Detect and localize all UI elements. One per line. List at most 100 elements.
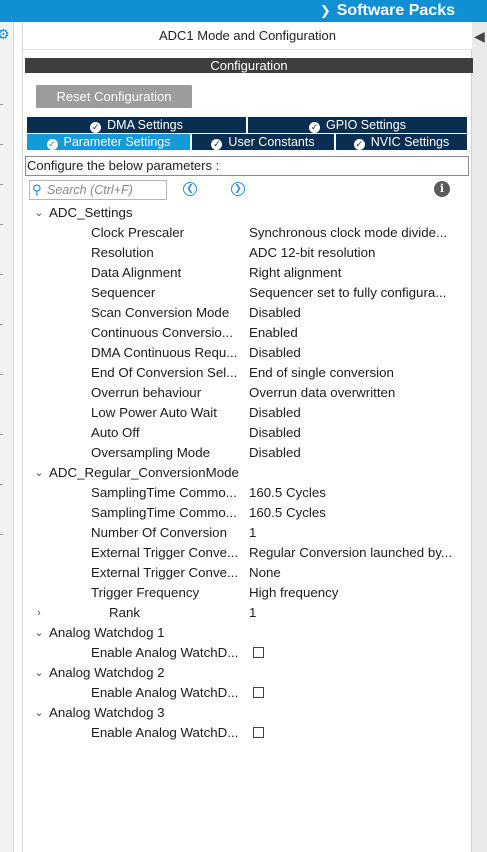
- gear-icon[interactable]: ⚙: [0, 26, 10, 43]
- param-value[interactable]: Regular Conversion launched by...: [249, 543, 465, 563]
- enable-watchdog-1-checkbox[interactable]: [253, 647, 264, 658]
- chevron-down-icon[interactable]: ⌄: [33, 663, 45, 683]
- chevron-down-icon[interactable]: ⌄: [33, 623, 45, 643]
- param-value[interactable]: 1: [249, 523, 465, 543]
- param-row[interactable]: Resolution ADC 12-bit resolution: [23, 243, 472, 263]
- param-row[interactable]: Number Of Conversion 1: [23, 523, 472, 543]
- search-previous-button[interactable]: ❮: [183, 182, 197, 196]
- param-value[interactable]: High frequency: [249, 583, 465, 603]
- left-category-strip: ⚙: [0, 22, 14, 852]
- group-analog-watchdog-1[interactable]: ⌄ Analog Watchdog 1: [23, 623, 472, 643]
- param-row[interactable]: Trigger Frequency High frequency: [23, 583, 472, 603]
- right-collapse-strip[interactable]: ◀: [471, 22, 487, 852]
- param-row[interactable]: Enable Analog WatchD...: [23, 643, 472, 663]
- param-value[interactable]: Disabled: [249, 303, 465, 323]
- param-row[interactable]: External Trigger Conve... Regular Convers…: [23, 543, 472, 563]
- param-name: Number Of Conversion: [91, 525, 227, 540]
- strip-tick: [0, 184, 3, 185]
- tab-dma-settings[interactable]: ✓ DMA Settings: [27, 117, 246, 133]
- chevron-down-icon[interactable]: ⌄: [33, 463, 45, 483]
- group-analog-watchdog-3[interactable]: ⌄ Analog Watchdog 3: [23, 703, 472, 723]
- param-value[interactable]: Disabled: [249, 403, 465, 423]
- chevron-down-icon[interactable]: ⌄: [33, 703, 45, 723]
- strip-tick: [0, 104, 3, 105]
- reset-configuration-button[interactable]: Reset Configuration: [36, 85, 192, 108]
- software-packs-menu[interactable]: ❯ Software Packs: [320, 0, 455, 22]
- chevron-right-icon: ❯: [234, 183, 242, 193]
- tab-label: GPIO Settings: [326, 118, 406, 132]
- param-value[interactable]: Disabled: [249, 423, 465, 443]
- param-name: Enable Analog WatchD...: [91, 685, 239, 700]
- group-label: Analog Watchdog 1: [49, 625, 165, 640]
- tab-label: NVIC Settings: [370, 135, 450, 149]
- group-label: ADC_Settings: [49, 205, 133, 220]
- param-row[interactable]: Enable Analog WatchD...: [23, 723, 472, 743]
- param-value[interactable]: Synchronous clock mode divide...: [249, 223, 465, 243]
- param-row[interactable]: Low Power Auto Wait Disabled: [23, 403, 472, 423]
- param-row[interactable]: Sequencer Sequencer set to fully configur…: [23, 283, 472, 303]
- param-row[interactable]: Oversampling Mode Disabled: [23, 443, 472, 463]
- tab-user-constants[interactable]: ✓ User Constants: [192, 134, 334, 150]
- param-value[interactable]: Overrun data overwritten: [249, 383, 465, 403]
- info-icon[interactable]: i: [434, 181, 450, 197]
- software-packs-label: Software Packs: [336, 2, 455, 19]
- group-analog-watchdog-2[interactable]: ⌄ Analog Watchdog 2: [23, 663, 472, 683]
- param-row[interactable]: Enable Analog WatchD...: [23, 683, 472, 703]
- param-name: Resolution: [91, 245, 154, 260]
- chevron-down-icon[interactable]: ⌄: [33, 203, 45, 223]
- tab-parameter-settings[interactable]: ✓ Parameter Settings: [27, 134, 190, 150]
- strip-tick: [0, 144, 3, 145]
- search-box[interactable]: ⚲: [29, 180, 167, 200]
- param-value[interactable]: ADC 12-bit resolution: [249, 243, 465, 263]
- param-row[interactable]: Scan Conversion Mode Disabled: [23, 303, 472, 323]
- param-name: DMA Continuous Requ...: [91, 345, 238, 360]
- param-value[interactable]: 160.5 Cycles: [249, 503, 465, 523]
- strip-tick: [0, 374, 3, 375]
- param-name: Scan Conversion Mode: [91, 305, 230, 320]
- group-label: Analog Watchdog 2: [49, 665, 165, 680]
- param-value[interactable]: Disabled: [249, 343, 465, 363]
- enable-watchdog-3-checkbox[interactable]: [253, 727, 264, 738]
- param-name: SamplingTime Commo...: [91, 505, 237, 520]
- param-row[interactable]: Overrun behaviour Overrun data overwritte…: [23, 383, 472, 403]
- param-name: Enable Analog WatchD...: [91, 645, 239, 660]
- param-row[interactable]: Continuous Conversio... Enabled: [23, 323, 472, 343]
- param-value[interactable]: End of single conversion: [249, 363, 465, 383]
- param-row[interactable]: External Trigger Conve... None: [23, 563, 472, 583]
- param-row[interactable]: Clock Prescaler Synchronous clock mode di…: [23, 223, 472, 243]
- param-name: Low Power Auto Wait: [91, 405, 217, 420]
- search-next-button[interactable]: ❯: [231, 182, 245, 196]
- chevron-right-icon[interactable]: ›: [33, 603, 45, 623]
- tab-gpio-settings[interactable]: ✓ GPIO Settings: [248, 117, 467, 133]
- param-value[interactable]: Right alignment: [249, 263, 465, 283]
- param-name: External Trigger Conve...: [91, 545, 239, 560]
- check-circle-icon: ✓: [90, 122, 102, 133]
- check-circle-icon: ✓: [309, 122, 321, 133]
- param-row[interactable]: End Of Conversion Sel... End of single co…: [23, 363, 472, 383]
- param-name: Clock Prescaler: [91, 225, 185, 240]
- param-value[interactable]: None: [249, 563, 465, 583]
- param-name: SamplingTime Commo...: [91, 485, 237, 500]
- param-value[interactable]: Enabled: [249, 323, 465, 343]
- param-value[interactable]: Sequencer set to fully configura...: [249, 283, 465, 303]
- param-row[interactable]: SamplingTime Commo... 160.5 Cycles: [23, 483, 472, 503]
- group-label: ADC_Regular_ConversionMode: [49, 465, 239, 480]
- rank-row[interactable]: › Rank 1: [23, 603, 472, 623]
- param-value[interactable]: 160.5 Cycles: [249, 483, 465, 503]
- param-row[interactable]: DMA Continuous Requ... Disabled: [23, 343, 472, 363]
- chevron-left-icon: ❮: [186, 183, 194, 193]
- param-value[interactable]: 1: [249, 603, 465, 623]
- param-value[interactable]: Disabled: [249, 443, 465, 463]
- search-input[interactable]: [47, 182, 165, 198]
- check-circle-icon: ✓: [353, 139, 365, 150]
- group-adc-regular-conversionmode[interactable]: ⌄ ADC_Regular_ConversionMode: [23, 463, 472, 483]
- expand-arrow-icon[interactable]: ◀: [474, 28, 485, 45]
- tab-nvic-settings[interactable]: ✓ NVIC Settings: [336, 134, 467, 150]
- param-name: Rank: [109, 605, 141, 620]
- param-row[interactable]: Auto Off Disabled: [23, 423, 472, 443]
- param-row[interactable]: SamplingTime Commo... 160.5 Cycles: [23, 503, 472, 523]
- group-adc-settings[interactable]: ⌄ ADC_Settings: [23, 203, 472, 223]
- strip-tick: [0, 534, 3, 535]
- enable-watchdog-2-checkbox[interactable]: [253, 687, 264, 698]
- param-row[interactable]: Data Alignment Right alignment: [23, 263, 472, 283]
